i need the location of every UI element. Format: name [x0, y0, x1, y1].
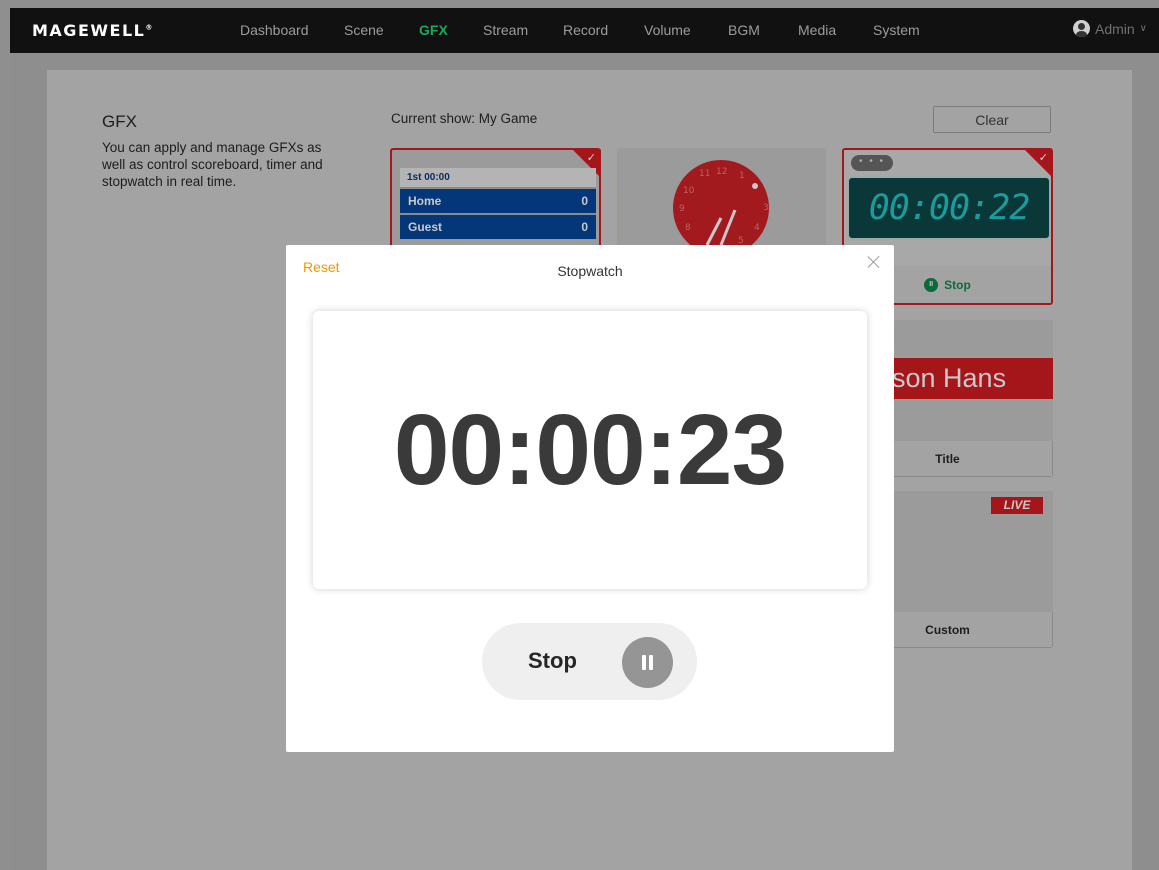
- svg-text:12: 12: [716, 167, 727, 177]
- stopwatch-card-stop-label: Stop: [944, 277, 971, 292]
- page-title: GFX: [102, 112, 137, 131]
- svg-text:4: 4: [754, 223, 760, 233]
- svg-text:10: 10: [683, 186, 695, 196]
- stopwatch-time: 00:00:23: [393, 393, 787, 506]
- clock-card[interactable]: 12 1 3 11 10 9 8 4 5: [617, 148, 826, 248]
- stopwatch-modal: Reset Stopwatch 00:00:23 Stop: [286, 245, 894, 752]
- scoreboard-row-guest: Guest 0: [400, 213, 596, 239]
- close-icon[interactable]: [866, 254, 882, 270]
- user-avatar-icon: [1072, 20, 1090, 37]
- stop-label: Stop: [528, 648, 577, 673]
- clear-button[interactable]: Clear: [933, 106, 1051, 133]
- stop-toggle-button[interactable]: Stop: [482, 623, 697, 700]
- scoreboard-period: 1st 00:00: [400, 168, 596, 187]
- analog-clock-icon: 12 1 3 11 10 9 8 4 5: [673, 160, 769, 248]
- live-badge: LIVE: [991, 497, 1043, 514]
- nav-item-dashboard[interactable]: Dashboard: [240, 22, 309, 38]
- stopwatch-preview-display: 00:00:22: [847, 176, 1051, 240]
- svg-text:1: 1: [739, 171, 745, 181]
- top-nav: MAGEWELL® Dashboard Scene GFX Stream Rec…: [10, 8, 1159, 53]
- nav-item-bgm[interactable]: BGM: [728, 22, 760, 38]
- pause-icon: [622, 637, 673, 688]
- scoreboard-card[interactable]: ✓ 1st 00:00 Home 0 Guest 0: [390, 148, 601, 248]
- nav-item-volume[interactable]: Volume: [644, 22, 691, 38]
- svg-text:3: 3: [763, 203, 769, 213]
- nav-item-system[interactable]: System: [873, 22, 920, 38]
- stopwatch-display: 00:00:23: [313, 311, 867, 589]
- scoreboard-row-home: Home 0: [400, 187, 596, 213]
- check-icon: ✓: [586, 152, 596, 164]
- svg-text:11: 11: [699, 169, 710, 179]
- scoreboard-preview: 1st 00:00 Home 0 Guest 0: [400, 168, 596, 239]
- chevron-down-icon: ∨: [1139, 23, 1147, 34]
- user-menu[interactable]: Admin ∨: [1072, 20, 1147, 37]
- page-description: You can apply and manage GFXs as well as…: [102, 140, 323, 189]
- nav-item-media[interactable]: Media: [798, 22, 836, 38]
- nav-item-stream[interactable]: Stream: [483, 22, 528, 38]
- nav-item-gfx[interactable]: GFX: [419, 22, 448, 38]
- svg-text:8: 8: [685, 223, 691, 233]
- magewell-logo[interactable]: MAGEWELL®: [32, 21, 152, 40]
- user-name: Admin: [1094, 20, 1135, 37]
- current-show-label: Current show: My Game: [391, 111, 538, 126]
- svg-text:9: 9: [679, 204, 685, 214]
- nav-item-scene[interactable]: Scene: [344, 22, 384, 38]
- check-icon: ✓: [1038, 152, 1048, 164]
- modal-title: Stopwatch: [557, 263, 623, 279]
- nav-item-record[interactable]: Record: [563, 22, 608, 38]
- more-options-button[interactable]: • • •: [851, 155, 893, 171]
- pause-icon: II: [924, 277, 939, 292]
